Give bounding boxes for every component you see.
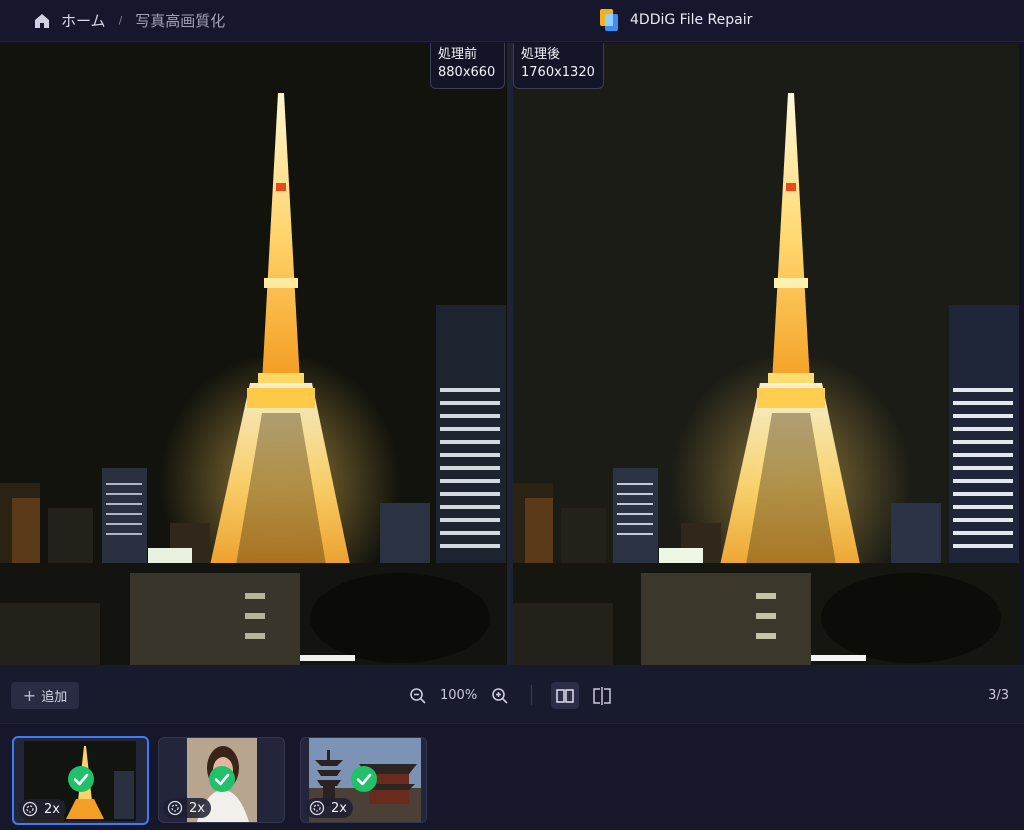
before-resolution: 880x660 [438, 65, 496, 80]
add-button[interactable]: + 追加 [11, 682, 79, 709]
breadcrumb-separator: / [118, 14, 123, 27]
before-image [0, 43, 507, 665]
title-bar: ホーム / 写真高画質化 4DDiG File Repair [0, 0, 1024, 42]
toolbar-divider [531, 685, 532, 705]
check-icon [350, 766, 377, 792]
zoom-in-icon[interactable] [491, 687, 509, 705]
app-window: ホーム / 写真高画質化 4DDiG File Repair 処理前 880x6… [0, 0, 1024, 830]
enhance-icon [22, 801, 38, 817]
side-by-side-view-button[interactable] [551, 682, 579, 709]
check-icon [208, 766, 235, 792]
breadcrumb-current: 写真高画質化 [135, 12, 226, 30]
after-image-viewer[interactable]: 処理後 1760x1320 [513, 43, 1019, 665]
scale-badge: 2x [305, 798, 353, 818]
breadcrumb-home[interactable]: ホーム [61, 10, 106, 31]
after-label: 処理後 [521, 47, 561, 62]
check-icon [67, 766, 94, 792]
enhance-icon [309, 800, 325, 816]
thumbnail-3[interactable]: 2x [300, 737, 427, 823]
app-title: 4DDiG File Repair [630, 12, 753, 28]
scale-label: 2x [44, 801, 60, 817]
scale-label: 2x [189, 800, 205, 816]
thumbnail-1[interactable]: 2x [12, 736, 149, 825]
home-icon[interactable] [33, 12, 51, 30]
thumbnail-strip: 2x 2x 2x [0, 725, 1024, 830]
zoom-out-icon[interactable] [409, 687, 427, 705]
app-logo-icon [600, 9, 618, 31]
scale-label: 2x [331, 800, 347, 816]
before-label: 処理前 [438, 47, 478, 62]
side-by-side-icon [556, 688, 574, 703]
add-button-label: 追加 [41, 690, 68, 705]
thumbnail-2[interactable]: 2x [158, 737, 285, 823]
plus-icon: + [22, 686, 37, 705]
before-image-viewer[interactable]: 処理前 880x660 [0, 43, 507, 665]
enhance-icon [167, 800, 183, 816]
split-view-button[interactable] [591, 685, 613, 707]
zoom-level: 100% [440, 688, 478, 703]
toolbar: + 追加 100% 3/3 [0, 665, 1024, 724]
scale-badge: 2x [18, 799, 66, 819]
after-image [513, 43, 1019, 665]
after-badge: 処理後 1760x1320 [513, 43, 604, 89]
after-resolution: 1760x1320 [521, 65, 595, 80]
scale-badge: 2x [163, 798, 211, 818]
breadcrumb: ホーム / 写真高画質化 [33, 10, 225, 31]
page-counter: 3/3 [988, 688, 1009, 703]
app-title-group: 4DDiG File Repair [598, 7, 752, 33]
split-view-icon [593, 687, 611, 705]
before-badge: 処理前 880x660 [430, 43, 505, 89]
